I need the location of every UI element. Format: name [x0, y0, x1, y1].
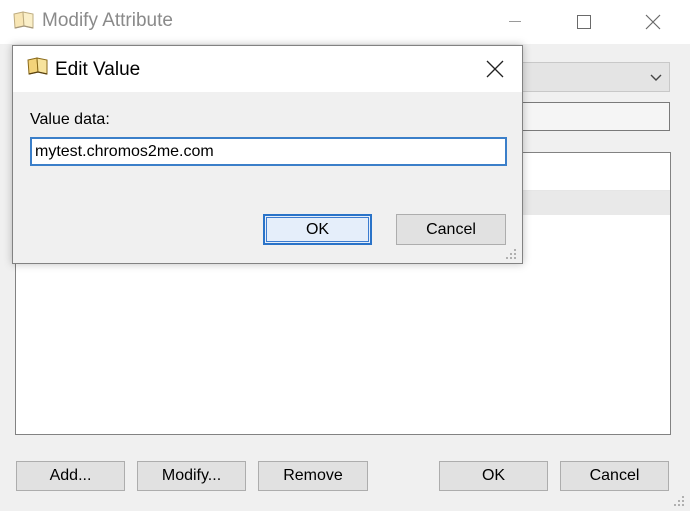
attribute-name-field[interactable] — [520, 102, 670, 131]
dialog-ok-button[interactable]: OK — [263, 214, 372, 245]
outer-window-title: Modify Attribute — [42, 10, 173, 31]
ok-button[interactable]: OK — [439, 461, 548, 491]
chevron-down-icon — [650, 74, 662, 81]
modify-button[interactable]: Modify... — [137, 461, 246, 491]
resize-grip-icon[interactable] — [504, 247, 518, 261]
maximize-icon — [577, 15, 591, 29]
value-data-input[interactable] — [30, 137, 507, 166]
close-icon — [486, 60, 504, 78]
dialog-close-button[interactable] — [468, 46, 522, 92]
add-button[interactable]: Add... — [16, 461, 125, 491]
book-icon — [13, 11, 34, 29]
dialog-title: Edit Value — [55, 59, 141, 80]
window-close-button[interactable] — [624, 0, 682, 44]
value-data-label: Value data: — [30, 111, 110, 128]
close-icon — [645, 14, 661, 30]
resize-grip-icon[interactable] — [672, 494, 686, 508]
maximize-button[interactable] — [555, 0, 613, 44]
outer-titlebar: Modify Attribute — [0, 0, 690, 44]
book-icon — [27, 57, 48, 75]
minimize-icon — [509, 21, 521, 22]
attribute-select[interactable] — [520, 62, 670, 92]
cancel-button[interactable]: Cancel — [560, 461, 669, 491]
dialog-titlebar: Edit Value — [13, 46, 522, 92]
edit-value-dialog: Edit Value Value data: OK Cancel — [12, 45, 523, 264]
dialog-cancel-button[interactable]: Cancel — [396, 214, 506, 245]
minimize-button[interactable] — [486, 0, 544, 44]
dialog-ok-label: OK — [266, 217, 369, 242]
remove-button[interactable]: Remove — [258, 461, 368, 491]
